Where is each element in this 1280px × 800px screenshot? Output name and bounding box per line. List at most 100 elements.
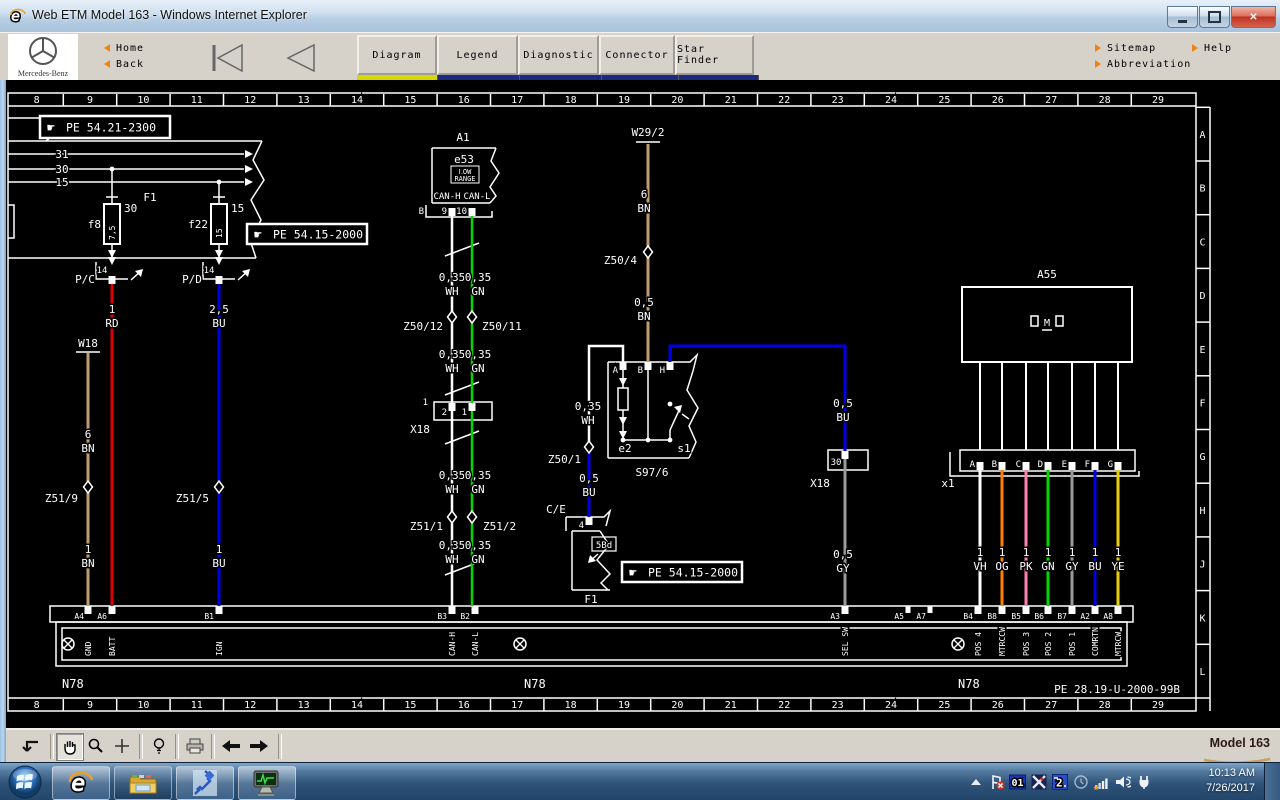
tray-action-center-icon[interactable]: [986, 772, 1007, 792]
wire: [670, 346, 845, 451]
connector-pin: [469, 208, 476, 216]
diagram-label: POS 4: [974, 632, 983, 656]
pan-hand-tool[interactable]: [56, 733, 84, 761]
diagram-line: [445, 382, 479, 395]
next-diagram-button[interactable]: [246, 733, 272, 759]
connector-pin: [449, 606, 456, 614]
clock-time: 10:13 AM: [1185, 766, 1255, 781]
tray-s2-app-icon[interactable]: 2: [1049, 772, 1070, 792]
junction-dot: [110, 167, 115, 172]
diagram-label: Z50/12: [403, 320, 443, 333]
diagram-label: COMRTN: [1091, 627, 1100, 656]
maximize-button[interactable]: [1199, 6, 1230, 28]
connector-pin: [216, 276, 223, 284]
ie-window: e Web ETM Model 163 - Windows Internet E…: [0, 0, 1280, 800]
ruler-number: 21: [725, 700, 737, 711]
svg-text:01: 01: [1012, 778, 1024, 789]
diagram-label: A: [970, 460, 976, 470]
diagram-label: 10: [456, 207, 467, 217]
ruler-number: 9: [87, 700, 93, 711]
tray-clock-sync-icon[interactable]: [1070, 772, 1091, 792]
tray-volume-icon[interactable]: [1112, 772, 1133, 792]
diagram-box: [618, 388, 628, 410]
ruler-number: 20: [671, 700, 683, 711]
diagram-line: [445, 243, 479, 256]
tab-connector[interactable]: Connector: [599, 35, 675, 75]
diagram-label: B3: [437, 612, 447, 621]
tray-network-icon[interactable]: [1091, 772, 1112, 792]
ruler-number: 17: [511, 700, 523, 711]
splice-icon: [215, 481, 224, 493]
previous-page-button[interactable]: [272, 41, 324, 75]
tray-keyboard-01-icon[interactable]: 01: [1007, 772, 1028, 792]
connector-pin: [1092, 462, 1099, 470]
model-swoosh-icon: [1202, 752, 1272, 760]
diagram-label: Z51/5: [176, 492, 209, 505]
junction-dot: [217, 180, 222, 185]
pe-reference-label: PE 54.15-2000: [273, 228, 363, 242]
diagram-label: 15: [231, 202, 244, 215]
highlight-tool[interactable]: [146, 733, 172, 759]
diagram-label: GN: [1041, 560, 1054, 573]
taskbar-diagnostic-monitor-app[interactable]: [238, 766, 296, 800]
diagram-label: WH: [581, 414, 594, 427]
diagram-label: C/E: [546, 503, 566, 516]
first-page-button[interactable]: [200, 41, 252, 75]
help-link[interactable]: Help: [1192, 40, 1232, 56]
ruler-number: 9: [87, 95, 93, 106]
tray-power-plug-icon[interactable]: [1133, 772, 1154, 792]
taskbar-clock[interactable]: 10:13 AM 7/26/2017: [1185, 766, 1255, 796]
connector-pin: [977, 462, 984, 470]
zoom-tool[interactable]: [83, 733, 109, 759]
diagram-label: GN: [471, 483, 484, 496]
diagram-label: VH: [973, 560, 986, 573]
row-letter: L: [1199, 667, 1205, 678]
abbreviation-link[interactable]: Abbreviation: [1095, 56, 1191, 72]
show-desktop-button[interactable]: [1264, 763, 1280, 800]
ruler-number: 29: [1152, 700, 1164, 711]
home-link[interactable]: Home: [104, 40, 144, 56]
diagram-label: GY: [836, 562, 850, 575]
diagram-label: B6: [1034, 612, 1044, 621]
diagram-label: 0,35: [439, 348, 466, 361]
zoom-in-tool[interactable]: [109, 733, 135, 759]
diagram-label: BATT: [108, 637, 117, 656]
tab-star-finder[interactable]: Star Finder: [675, 35, 754, 75]
tray-x-app-icon[interactable]: [1028, 772, 1049, 792]
window-title: Web ETM Model 163 - Windows Internet Exp…: [32, 8, 307, 22]
diagram-label: Z50/11: [482, 320, 522, 333]
pointing-hand-icon: ☛: [629, 566, 637, 581]
ruler-number: 28: [1099, 700, 1111, 711]
diagram-label: 0,35: [465, 348, 492, 361]
prev-diagram-button[interactable]: [218, 733, 244, 759]
ruler-number: 19: [618, 700, 630, 711]
diagram-label: 1: [1023, 546, 1030, 559]
taskbar-windows-explorer[interactable]: [114, 766, 172, 800]
diagram-line: [8, 205, 14, 238]
diagram-label: BU: [212, 317, 225, 330]
return-button[interactable]: [18, 733, 44, 759]
start-button[interactable]: [6, 763, 44, 800]
diagram-label: B: [992, 460, 997, 470]
diagram-label: e53: [454, 153, 474, 166]
ruler-number: 29: [1152, 95, 1164, 106]
tab-legend[interactable]: Legend: [437, 35, 518, 75]
back-link[interactable]: Back: [104, 56, 144, 72]
minimize-button[interactable]: [1167, 6, 1198, 28]
diagram-canvas[interactable]: ☛PE 54.21-2300☛PE 54.15-2000☛PE 54.15-20…: [0, 80, 1280, 728]
taskbar-spark-plug-app[interactable]: [176, 766, 234, 800]
diagram-label: X18: [810, 477, 830, 490]
tab-diagnostic[interactable]: Diagnostic: [518, 35, 599, 75]
diagram-label: BU: [836, 411, 849, 424]
tab-diagram[interactable]: Diagram: [357, 35, 437, 75]
tray-show-hidden-icons[interactable]: [965, 772, 986, 792]
diagram-label: x1: [941, 477, 954, 490]
diagram-label: A7: [916, 612, 926, 621]
connector-pin: [449, 208, 456, 216]
close-button[interactable]: ✕: [1231, 6, 1276, 28]
print-button[interactable]: [182, 733, 208, 759]
title-bar[interactable]: e Web ETM Model 163 - Windows Internet E…: [0, 0, 1280, 33]
arrowhead-icon: [215, 250, 223, 258]
sitemap-link[interactable]: Sitemap: [1095, 40, 1191, 56]
taskbar-internet-explorer[interactable]: e: [52, 766, 110, 800]
